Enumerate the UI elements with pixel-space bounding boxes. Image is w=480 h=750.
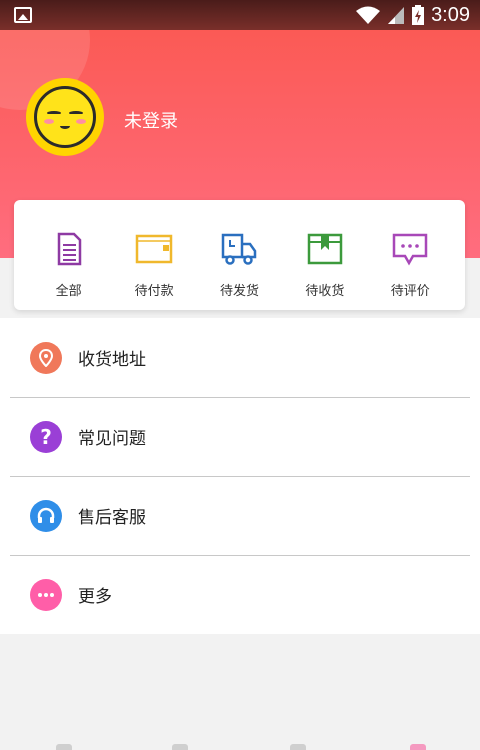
location-pin-icon — [30, 341, 62, 374]
menu-item-more[interactable]: 更多 — [0, 555, 480, 634]
truck-icon — [222, 233, 257, 265]
menu-item-faq[interactable]: ? 常见问题 — [0, 397, 480, 476]
order-all-label: 全部 — [55, 284, 82, 299]
signal-icon — [388, 7, 405, 24]
gallery-notification-icon — [14, 7, 32, 23]
order-pending-review-label: 待评价 — [390, 284, 430, 299]
menu-item-address-label: 收货地址 — [78, 350, 146, 370]
login-label[interactable]: 未登录 — [124, 107, 178, 133]
more-icon — [30, 578, 62, 611]
order-pending-review-button[interactable]: 待评价 — [372, 200, 448, 310]
order-status-card: 全部 待付款 待发货 待收货 待评价 — [14, 200, 465, 310]
wifi-icon — [356, 6, 381, 24]
menu-item-more-label: 更多 — [78, 587, 112, 607]
comment-icon — [393, 233, 428, 266]
order-all-button[interactable]: 全部 — [31, 200, 107, 310]
bottom-nav-icon — [56, 744, 72, 750]
menu-item-customer-service[interactable]: 售后客服 — [0, 476, 480, 555]
avatar[interactable] — [26, 78, 104, 156]
wallet-icon — [135, 234, 173, 264]
bottom-nav-hint — [0, 744, 480, 750]
order-pending-receipt-label: 待收货 — [305, 284, 345, 299]
question-icon: ? — [30, 420, 62, 453]
status-bar: 3:09 — [0, 0, 480, 30]
battery-charging-icon — [412, 5, 425, 25]
menu-item-address[interactable]: 收货地址 — [0, 318, 480, 397]
menu-item-customer-service-label: 售后客服 — [78, 508, 146, 528]
order-pending-shipment-label: 待发货 — [219, 284, 259, 299]
smiley-face-icon — [34, 86, 96, 148]
order-pending-payment-button[interactable]: 待付款 — [116, 200, 192, 310]
bottom-nav-icon — [290, 744, 306, 750]
bottom-nav-icon — [410, 744, 426, 750]
order-pending-shipment-button[interactable]: 待发货 — [201, 200, 277, 310]
menu-list: 收货地址 ? 常见问题 售后客服 更多 — [0, 318, 480, 634]
package-icon — [307, 233, 343, 265]
status-indicators: 3:09 — [355, 0, 470, 30]
order-pending-receipt-button[interactable]: 待收货 — [287, 200, 363, 310]
headset-icon — [30, 499, 62, 532]
order-pending-payment-label: 待付款 — [134, 284, 174, 299]
menu-item-faq-label: 常见问题 — [78, 429, 146, 449]
status-time: 3:09 — [431, 3, 470, 26]
bottom-nav-icon — [172, 744, 188, 750]
document-icon — [57, 232, 81, 266]
